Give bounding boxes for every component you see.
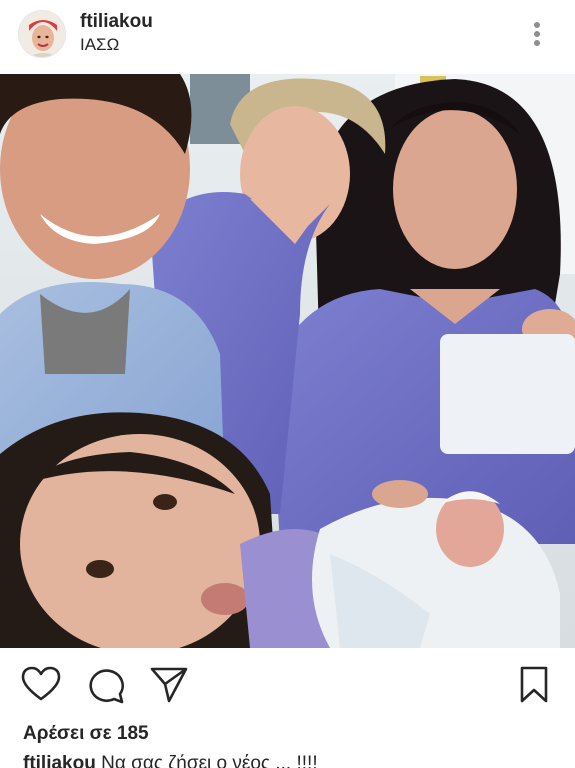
more-vertical-icon xyxy=(534,22,540,46)
post-header: ftiliakou ΙΑΣΩ xyxy=(0,0,575,74)
comment-icon xyxy=(89,669,124,704)
post-action-bar xyxy=(0,648,575,720)
like-button[interactable] xyxy=(21,666,61,704)
send-icon xyxy=(150,667,188,703)
post-username[interactable]: ftiliakou xyxy=(80,11,153,33)
likes-count[interactable]: Αρέσει σε 185 xyxy=(23,722,149,746)
hospital-group-photo xyxy=(0,74,575,648)
more-options-button[interactable] xyxy=(522,16,552,52)
save-button[interactable] xyxy=(514,666,554,704)
instagram-post-screen: ftiliakou ΙΑΣΩ Αρέσει σε 185 ftiliakou Ν… xyxy=(0,0,575,768)
caption-username[interactable]: ftiliakou xyxy=(23,753,96,768)
caption-text: Να σας ζήσει ο νέος ... !!!! xyxy=(101,753,318,768)
post-location[interactable]: ΙΑΣΩ xyxy=(80,35,119,55)
post-caption: ftiliakou Να σας ζήσει ο νέος ... !!!! xyxy=(23,752,318,768)
comment-button[interactable] xyxy=(86,666,126,704)
bookmark-icon xyxy=(520,666,548,703)
heart-icon xyxy=(21,666,61,701)
avatar-image xyxy=(19,11,65,57)
avatar[interactable] xyxy=(18,10,66,58)
share-button[interactable] xyxy=(149,666,189,704)
post-photo[interactable] xyxy=(0,74,575,648)
